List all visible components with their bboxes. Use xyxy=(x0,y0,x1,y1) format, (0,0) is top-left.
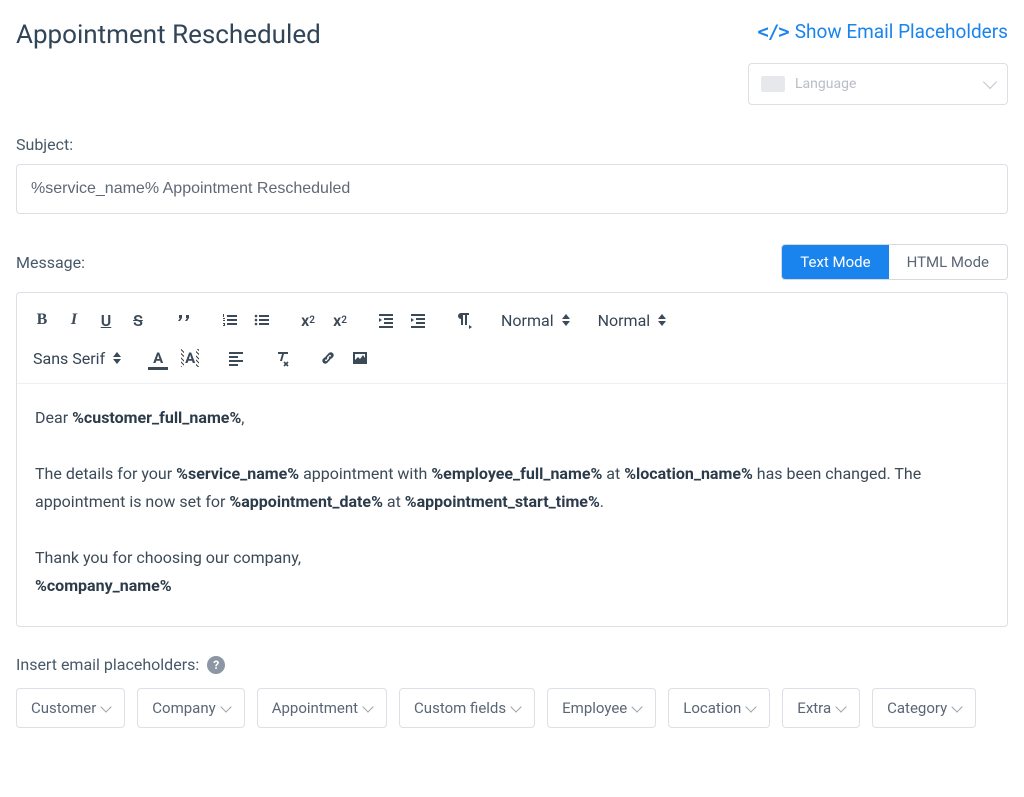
updown-icon xyxy=(113,352,121,364)
message-editor: B I U S x2 x2 Normal Normal xyxy=(16,292,1008,627)
updown-icon xyxy=(658,314,666,326)
placeholder-token: %location_name% xyxy=(624,464,753,483)
editor-toolbar: B I U S x2 x2 Normal Normal xyxy=(17,293,1007,384)
clear-format-button[interactable] xyxy=(273,349,291,367)
placeholder-token: %service_name% xyxy=(176,464,299,483)
text-mode-button[interactable]: Text Mode xyxy=(782,245,888,279)
font-size-select[interactable]: Normal xyxy=(501,303,598,337)
placeholder-dropdown-label: Category xyxy=(887,699,947,717)
placeholder-dropdown-appointment[interactable]: Appointment xyxy=(257,688,387,728)
updown-icon xyxy=(562,314,570,326)
placeholder-dropdown-label: Custom fields xyxy=(414,699,506,717)
placeholder-dropdown-label: Customer xyxy=(31,699,96,717)
placeholder-dropdown-category[interactable]: Category xyxy=(872,688,976,728)
body-text: . xyxy=(600,492,604,511)
font-family-select[interactable]: Sans Serif xyxy=(33,341,149,375)
placeholder-dropdown-label: Extra xyxy=(797,699,831,717)
placeholder-dropdown-extra[interactable]: Extra xyxy=(782,688,860,728)
language-select[interactable]: Language xyxy=(748,63,1008,105)
font-family-value: Sans Serif xyxy=(33,349,105,368)
placeholder-token: %appointment_start_time% xyxy=(405,492,600,511)
heading-select[interactable]: Normal xyxy=(598,303,695,337)
placeholder-token: %employee_full_name% xyxy=(431,464,602,483)
placeholder-dropdown-label: Appointment xyxy=(272,699,358,717)
placeholder-dropdown-custom-fields[interactable]: Custom fields xyxy=(399,688,535,728)
superscript-button[interactable]: x2 xyxy=(331,311,349,330)
subject-label: Subject: xyxy=(16,135,1008,154)
placeholder-token: %appointment_date% xyxy=(229,492,383,511)
outdent-button[interactable] xyxy=(377,311,395,329)
html-mode-button[interactable]: HTML Mode xyxy=(889,245,1007,279)
language-placeholder: Language xyxy=(795,76,856,92)
text-direction-button[interactable] xyxy=(455,311,473,329)
placeholder-dropdown-employee[interactable]: Employee xyxy=(547,688,656,728)
placeholder-dropdown-label: Employee xyxy=(562,699,627,717)
heading-value: Normal xyxy=(598,311,651,330)
align-button[interactable] xyxy=(227,349,245,367)
placeholder-dropdown-label: Location xyxy=(683,699,741,717)
placeholder-button-row: Customer Company Appointment Custom fiel… xyxy=(16,688,1008,728)
show-email-placeholders-label: Show Email Placeholders xyxy=(795,20,1008,43)
image-button[interactable] xyxy=(351,349,369,367)
text-color-button[interactable]: A xyxy=(149,349,167,367)
body-text: appointment with xyxy=(299,464,431,483)
page-title: Appointment Rescheduled xyxy=(16,20,321,50)
bold-button[interactable]: B xyxy=(33,311,51,329)
placeholder-token: %customer_full_name% xyxy=(72,408,241,427)
placeholder-token: %company_name% xyxy=(35,576,172,595)
body-text: The details for your xyxy=(35,464,176,483)
chevron-down-icon xyxy=(220,701,231,712)
body-text: Dear xyxy=(35,408,72,427)
chevron-down-icon xyxy=(101,701,112,712)
placeholder-dropdown-company[interactable]: Company xyxy=(137,688,244,728)
body-text: Thank you for choosing our company, xyxy=(35,544,989,572)
editor-mode-toggle: Text Mode HTML Mode xyxy=(781,244,1008,280)
font-size-value: Normal xyxy=(501,311,554,330)
chevron-down-icon xyxy=(510,701,521,712)
placeholder-dropdown-location[interactable]: Location xyxy=(668,688,770,728)
flag-icon xyxy=(761,76,785,92)
highlight-color-button[interactable]: A xyxy=(181,349,199,367)
chevron-down-icon xyxy=(746,701,757,712)
chevron-down-icon xyxy=(952,701,963,712)
placeholder-dropdown-label: Company xyxy=(152,699,215,717)
help-icon[interactable]: ? xyxy=(207,656,225,674)
indent-button[interactable] xyxy=(409,311,427,329)
italic-button[interactable]: I xyxy=(65,311,83,329)
insert-placeholders-label: Insert email placeholders: xyxy=(16,655,199,674)
body-text: at xyxy=(602,464,624,483)
strikethrough-button[interactable]: S xyxy=(129,311,147,330)
chevron-down-icon xyxy=(835,701,846,712)
chevron-down-icon xyxy=(632,701,643,712)
show-email-placeholders-link[interactable]: </> Show Email Placeholders xyxy=(757,20,1008,43)
ordered-list-button[interactable] xyxy=(221,311,239,329)
chevron-down-icon xyxy=(983,75,997,89)
chevron-down-icon xyxy=(362,701,373,712)
blockquote-button[interactable] xyxy=(175,311,193,329)
message-body[interactable]: Dear %customer_full_name%, The details f… xyxy=(17,384,1007,626)
link-button[interactable] xyxy=(319,349,337,367)
body-text: at xyxy=(383,492,405,511)
unordered-list-button[interactable] xyxy=(253,311,271,329)
subject-input[interactable] xyxy=(16,164,1008,214)
placeholder-dropdown-customer[interactable]: Customer xyxy=(16,688,125,728)
underline-button[interactable]: U xyxy=(97,311,115,330)
message-label: Message: xyxy=(16,253,85,272)
body-text: , xyxy=(241,408,244,427)
code-icon: </> xyxy=(757,21,788,43)
subscript-button[interactable]: x2 xyxy=(299,311,317,330)
